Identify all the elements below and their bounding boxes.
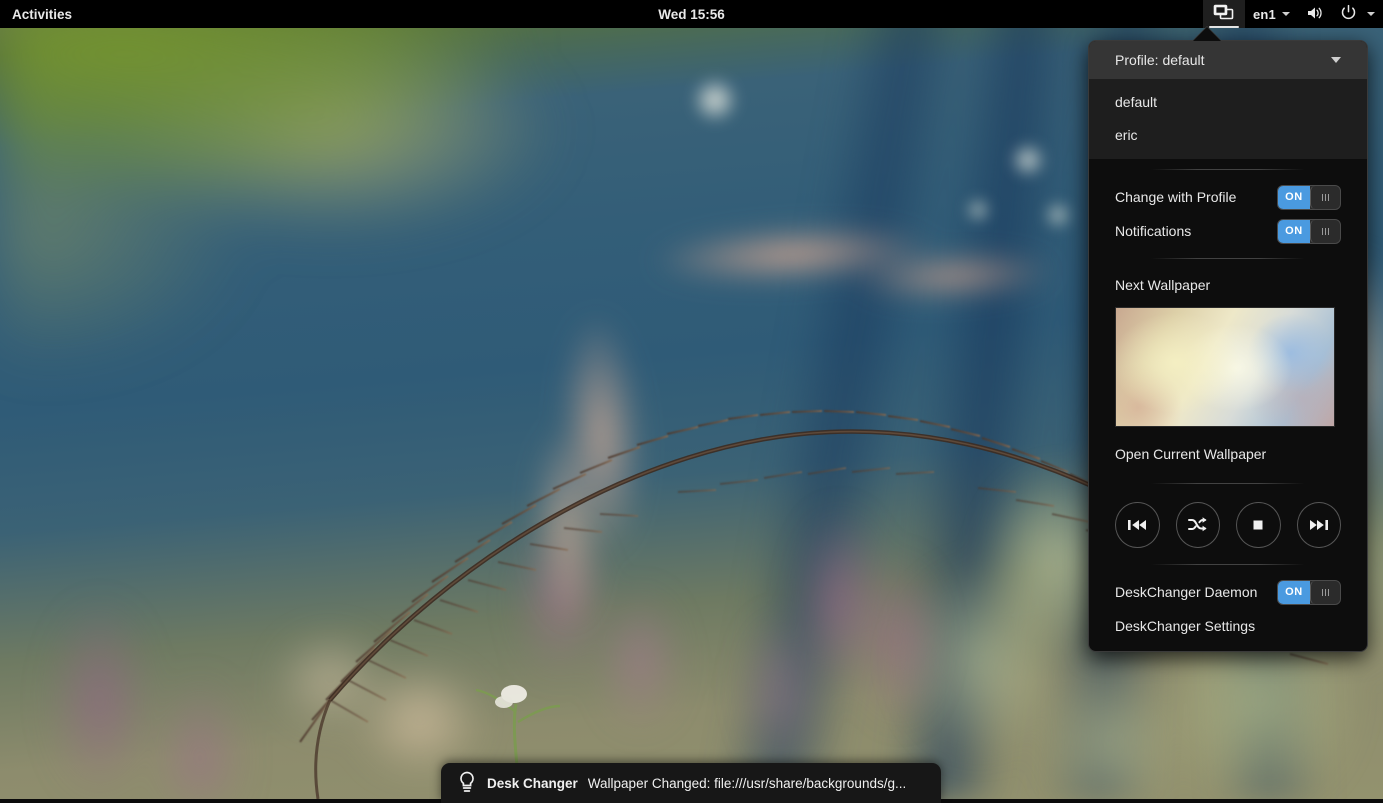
panel-status-area: en1 — [1202, 0, 1383, 28]
toggle-state-label: ON — [1278, 185, 1310, 209]
profile-selector-row[interactable]: Profile: default — [1089, 41, 1367, 79]
toggle-knob — [1310, 580, 1340, 604]
activities-button[interactable]: Activities — [0, 0, 84, 28]
activities-label: Activities — [12, 6, 73, 22]
monitors-icon — [1213, 4, 1235, 25]
stop-icon — [1250, 517, 1266, 533]
notifications-label: Notifications — [1115, 223, 1192, 239]
notification-banner[interactable]: Desk Changer Wallpaper Changed: file:///… — [441, 763, 941, 803]
random-wallpaper-button[interactable] — [1175, 502, 1220, 548]
clock-label: Wed 15:56 — [658, 6, 725, 22]
next-wallpaper-label: Next Wallpaper — [1115, 277, 1211, 293]
separator — [1151, 564, 1305, 565]
change-with-profile-row[interactable]: Change with Profile ON — [1089, 180, 1367, 214]
daemon-row[interactable]: DeskChanger Daemon ON — [1089, 575, 1367, 609]
notifications-toggle[interactable]: ON — [1277, 218, 1341, 244]
shuffle-icon — [1187, 516, 1209, 534]
daemon-label: DeskChanger Daemon — [1115, 584, 1258, 600]
chevron-down-icon — [1367, 12, 1375, 16]
system-menu-button[interactable] — [1298, 0, 1383, 28]
profile-option-label: default — [1115, 93, 1158, 110]
preview-container — [1089, 301, 1367, 427]
deskchanger-popup-menu: Profile: default default eric Change wit… — [1088, 40, 1368, 652]
chevron-down-icon — [1331, 57, 1341, 63]
separator — [1151, 169, 1305, 170]
profile-option-label: eric — [1115, 126, 1138, 143]
top-panel: Activities Wed 15:56 en1 — [0, 0, 1383, 28]
playback-controls — [1089, 494, 1367, 554]
settings-row[interactable]: DeskChanger Settings — [1089, 609, 1367, 643]
separator — [1151, 258, 1305, 259]
volume-high-icon — [1306, 5, 1323, 24]
change-with-profile-toggle[interactable]: ON — [1277, 184, 1341, 210]
daemon-toggle[interactable]: ON — [1277, 579, 1341, 605]
profile-option-default[interactable]: default — [1089, 85, 1367, 118]
next-wallpaper-button[interactable] — [1296, 502, 1341, 548]
clock-button[interactable]: Wed 15:56 — [658, 7, 725, 22]
previous-wallpaper-button[interactable] — [1115, 502, 1160, 548]
profile-options-submenu: default eric — [1089, 79, 1367, 159]
chevron-down-icon — [1282, 12, 1290, 16]
separator — [1151, 483, 1305, 484]
stop-button[interactable] — [1236, 502, 1281, 548]
open-current-wallpaper-label: Open Current Wallpaper — [1115, 446, 1267, 462]
toggle-state-label: ON — [1278, 219, 1310, 243]
toggle-knob — [1310, 185, 1340, 209]
settings-label: DeskChanger Settings — [1115, 618, 1256, 634]
open-current-wallpaper-button[interactable]: Open Current Wallpaper — [1089, 435, 1367, 473]
change-with-profile-label: Change with Profile — [1115, 189, 1237, 205]
notification-title: Desk Changer — [487, 775, 578, 791]
next-wallpaper-label-row[interactable]: Next Wallpaper — [1089, 269, 1367, 301]
lightbulb-icon — [457, 770, 477, 797]
notification-body: Wallpaper Changed: file:///usr/share/bac… — [587, 775, 907, 791]
deskchanger-panel-button[interactable] — [1202, 0, 1245, 28]
skip-forward-icon — [1308, 517, 1330, 533]
keyboard-layout-label: en1 — [1252, 6, 1276, 22]
toggle-knob — [1310, 219, 1340, 243]
power-icon — [1340, 4, 1357, 24]
notifications-row[interactable]: Notifications ON — [1089, 214, 1367, 248]
popup-pointer-arrow — [1193, 27, 1221, 41]
wallpaper-preview[interactable] — [1115, 307, 1335, 427]
skip-backward-icon — [1126, 517, 1148, 533]
toggle-state-label: ON — [1278, 580, 1310, 604]
keyboard-layout-button[interactable]: en1 — [1245, 0, 1298, 28]
profile-option-eric[interactable]: eric — [1089, 118, 1367, 151]
profile-selector-label: Profile: default — [1115, 52, 1205, 68]
